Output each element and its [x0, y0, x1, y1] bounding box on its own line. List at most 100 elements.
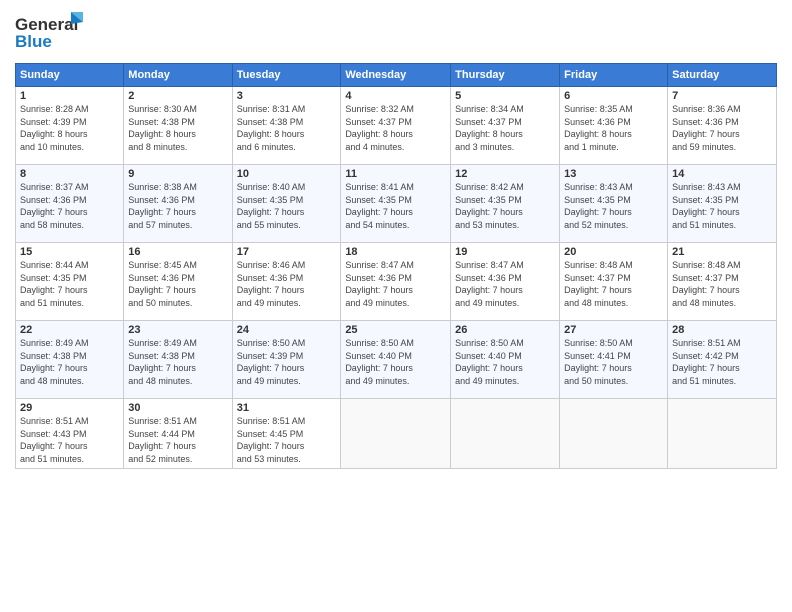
day-info: Sunrise: 8:32 AM Sunset: 4:37 PM Dayligh… — [345, 103, 446, 153]
day-info: Sunrise: 8:38 AM Sunset: 4:36 PM Dayligh… — [128, 181, 227, 231]
calendar-cell: 27Sunrise: 8:50 AM Sunset: 4:41 PM Dayli… — [560, 321, 668, 399]
day-info: Sunrise: 8:47 AM Sunset: 4:36 PM Dayligh… — [345, 259, 446, 309]
day-number: 21 — [672, 246, 772, 258]
day-number: 24 — [237, 324, 337, 336]
day-info: Sunrise: 8:35 AM Sunset: 4:36 PM Dayligh… — [564, 103, 663, 153]
day-number: 31 — [237, 402, 337, 414]
day-number: 13 — [564, 168, 663, 180]
col-header-saturday: Saturday — [668, 64, 777, 87]
day-info: Sunrise: 8:50 AM Sunset: 4:40 PM Dayligh… — [455, 337, 555, 387]
day-info: Sunrise: 8:34 AM Sunset: 4:37 PM Dayligh… — [455, 103, 555, 153]
calendar-cell: 11Sunrise: 8:41 AM Sunset: 4:35 PM Dayli… — [341, 165, 451, 243]
day-info: Sunrise: 8:46 AM Sunset: 4:36 PM Dayligh… — [237, 259, 337, 309]
day-info: Sunrise: 8:50 AM Sunset: 4:39 PM Dayligh… — [237, 337, 337, 387]
week-row-3: 15Sunrise: 8:44 AM Sunset: 4:35 PM Dayli… — [16, 243, 777, 321]
calendar-cell: 30Sunrise: 8:51 AM Sunset: 4:44 PM Dayli… — [124, 399, 232, 469]
calendar-cell: 1Sunrise: 8:28 AM Sunset: 4:39 PM Daylig… — [16, 87, 124, 165]
day-number: 20 — [564, 246, 663, 258]
day-number: 9 — [128, 168, 227, 180]
calendar-table: SundayMondayTuesdayWednesdayThursdayFrid… — [15, 63, 777, 469]
day-number: 2 — [128, 90, 227, 102]
day-info: Sunrise: 8:45 AM Sunset: 4:36 PM Dayligh… — [128, 259, 227, 309]
day-info: Sunrise: 8:43 AM Sunset: 4:35 PM Dayligh… — [564, 181, 663, 231]
calendar-cell: 21Sunrise: 8:48 AM Sunset: 4:37 PM Dayli… — [668, 243, 777, 321]
col-header-tuesday: Tuesday — [232, 64, 341, 87]
week-row-2: 8Sunrise: 8:37 AM Sunset: 4:36 PM Daylig… — [16, 165, 777, 243]
calendar-cell — [451, 399, 560, 469]
calendar-cell — [668, 399, 777, 469]
calendar-cell — [560, 399, 668, 469]
day-number: 11 — [345, 168, 446, 180]
col-header-wednesday: Wednesday — [341, 64, 451, 87]
calendar-cell: 24Sunrise: 8:50 AM Sunset: 4:39 PM Dayli… — [232, 321, 341, 399]
day-number: 4 — [345, 90, 446, 102]
calendar-cell: 16Sunrise: 8:45 AM Sunset: 4:36 PM Dayli… — [124, 243, 232, 321]
header: GeneralBlue — [15, 10, 777, 55]
day-info: Sunrise: 8:51 AM Sunset: 4:43 PM Dayligh… — [20, 415, 119, 465]
page: GeneralBlue SundayMondayTuesdayWednesday… — [0, 0, 792, 612]
svg-text:Blue: Blue — [15, 32, 52, 51]
day-info: Sunrise: 8:48 AM Sunset: 4:37 PM Dayligh… — [564, 259, 663, 309]
calendar-cell: 13Sunrise: 8:43 AM Sunset: 4:35 PM Dayli… — [560, 165, 668, 243]
calendar-cell: 7Sunrise: 8:36 AM Sunset: 4:36 PM Daylig… — [668, 87, 777, 165]
calendar-cell: 10Sunrise: 8:40 AM Sunset: 4:35 PM Dayli… — [232, 165, 341, 243]
day-number: 23 — [128, 324, 227, 336]
calendar-cell: 6Sunrise: 8:35 AM Sunset: 4:36 PM Daylig… — [560, 87, 668, 165]
day-number: 17 — [237, 246, 337, 258]
day-info: Sunrise: 8:51 AM Sunset: 4:42 PM Dayligh… — [672, 337, 772, 387]
day-info: Sunrise: 8:49 AM Sunset: 4:38 PM Dayligh… — [20, 337, 119, 387]
day-info: Sunrise: 8:47 AM Sunset: 4:36 PM Dayligh… — [455, 259, 555, 309]
col-header-monday: Monday — [124, 64, 232, 87]
calendar-cell: 9Sunrise: 8:38 AM Sunset: 4:36 PM Daylig… — [124, 165, 232, 243]
day-number: 29 — [20, 402, 119, 414]
day-info: Sunrise: 8:51 AM Sunset: 4:45 PM Dayligh… — [237, 415, 337, 465]
day-number: 14 — [672, 168, 772, 180]
calendar-cell: 17Sunrise: 8:46 AM Sunset: 4:36 PM Dayli… — [232, 243, 341, 321]
day-info: Sunrise: 8:36 AM Sunset: 4:36 PM Dayligh… — [672, 103, 772, 153]
day-number: 28 — [672, 324, 772, 336]
calendar-cell: 15Sunrise: 8:44 AM Sunset: 4:35 PM Dayli… — [16, 243, 124, 321]
day-number: 8 — [20, 168, 119, 180]
day-info: Sunrise: 8:30 AM Sunset: 4:38 PM Dayligh… — [128, 103, 227, 153]
col-header-friday: Friday — [560, 64, 668, 87]
day-info: Sunrise: 8:50 AM Sunset: 4:41 PM Dayligh… — [564, 337, 663, 387]
day-number: 25 — [345, 324, 446, 336]
calendar-cell: 26Sunrise: 8:50 AM Sunset: 4:40 PM Dayli… — [451, 321, 560, 399]
day-number: 18 — [345, 246, 446, 258]
calendar-cell: 29Sunrise: 8:51 AM Sunset: 4:43 PM Dayli… — [16, 399, 124, 469]
day-info: Sunrise: 8:28 AM Sunset: 4:39 PM Dayligh… — [20, 103, 119, 153]
calendar-cell: 18Sunrise: 8:47 AM Sunset: 4:36 PM Dayli… — [341, 243, 451, 321]
day-number: 10 — [237, 168, 337, 180]
day-info: Sunrise: 8:51 AM Sunset: 4:44 PM Dayligh… — [128, 415, 227, 465]
calendar-cell — [341, 399, 451, 469]
calendar-cell: 22Sunrise: 8:49 AM Sunset: 4:38 PM Dayli… — [16, 321, 124, 399]
day-info: Sunrise: 8:49 AM Sunset: 4:38 PM Dayligh… — [128, 337, 227, 387]
calendar-cell: 12Sunrise: 8:42 AM Sunset: 4:35 PM Dayli… — [451, 165, 560, 243]
day-info: Sunrise: 8:50 AM Sunset: 4:40 PM Dayligh… — [345, 337, 446, 387]
week-row-1: 1Sunrise: 8:28 AM Sunset: 4:39 PM Daylig… — [16, 87, 777, 165]
calendar-cell: 4Sunrise: 8:32 AM Sunset: 4:37 PM Daylig… — [341, 87, 451, 165]
day-number: 7 — [672, 90, 772, 102]
calendar-cell: 5Sunrise: 8:34 AM Sunset: 4:37 PM Daylig… — [451, 87, 560, 165]
week-row-4: 22Sunrise: 8:49 AM Sunset: 4:38 PM Dayli… — [16, 321, 777, 399]
day-info: Sunrise: 8:42 AM Sunset: 4:35 PM Dayligh… — [455, 181, 555, 231]
day-info: Sunrise: 8:31 AM Sunset: 4:38 PM Dayligh… — [237, 103, 337, 153]
logo-svg: GeneralBlue — [15, 10, 85, 55]
day-number: 16 — [128, 246, 227, 258]
day-info: Sunrise: 8:41 AM Sunset: 4:35 PM Dayligh… — [345, 181, 446, 231]
day-info: Sunrise: 8:48 AM Sunset: 4:37 PM Dayligh… — [672, 259, 772, 309]
calendar-cell: 28Sunrise: 8:51 AM Sunset: 4:42 PM Dayli… — [668, 321, 777, 399]
col-header-sunday: Sunday — [16, 64, 124, 87]
calendar-cell: 8Sunrise: 8:37 AM Sunset: 4:36 PM Daylig… — [16, 165, 124, 243]
day-number: 15 — [20, 246, 119, 258]
day-number: 22 — [20, 324, 119, 336]
day-number: 27 — [564, 324, 663, 336]
day-info: Sunrise: 8:43 AM Sunset: 4:35 PM Dayligh… — [672, 181, 772, 231]
calendar-cell: 25Sunrise: 8:50 AM Sunset: 4:40 PM Dayli… — [341, 321, 451, 399]
calendar-cell: 19Sunrise: 8:47 AM Sunset: 4:36 PM Dayli… — [451, 243, 560, 321]
logo: GeneralBlue — [15, 10, 85, 55]
day-number: 26 — [455, 324, 555, 336]
day-number: 3 — [237, 90, 337, 102]
day-number: 19 — [455, 246, 555, 258]
day-number: 30 — [128, 402, 227, 414]
